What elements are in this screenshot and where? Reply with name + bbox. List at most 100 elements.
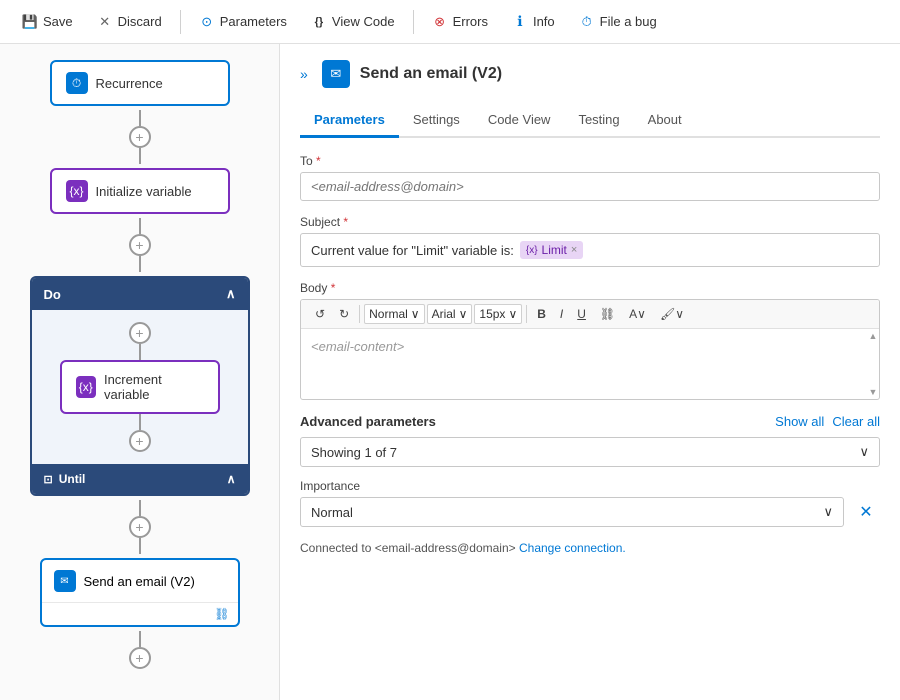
connection-info: Connected to <email-address@domain> Chan… bbox=[300, 541, 880, 555]
body-editor: ↺ ↻ Normal ∨ Arial ∨ 15px ∨ bbox=[300, 299, 880, 400]
advanced-actions: Show all Clear all bbox=[775, 414, 880, 429]
subject-chip[interactable]: {x} Limit × bbox=[520, 241, 583, 259]
add-step-1[interactable]: + bbox=[129, 126, 151, 148]
italic-button[interactable]: I bbox=[554, 304, 569, 324]
discard-icon bbox=[97, 14, 113, 30]
tab-about[interactable]: About bbox=[634, 104, 696, 138]
importance-row: Normal ∨ ✕ bbox=[300, 497, 880, 527]
chip-close-button[interactable]: × bbox=[571, 244, 577, 256]
subject-field-group: Subject * Current value for "Limit" vari… bbox=[300, 215, 880, 267]
connector-4: + bbox=[129, 627, 151, 673]
node-recurrence-label: Recurrence bbox=[96, 76, 163, 91]
parameters-label: Parameters bbox=[220, 14, 287, 29]
add-step-2[interactable]: + bbox=[129, 234, 151, 256]
errors-button[interactable]: Errors bbox=[422, 10, 498, 34]
do-until-container: Do ∧ + {x} Increment variable + ⊡ Until bbox=[30, 276, 250, 496]
info-icon bbox=[512, 14, 528, 30]
discard-button[interactable]: Discard bbox=[87, 10, 172, 34]
until-footer[interactable]: ⊡ Until ∧ bbox=[32, 464, 248, 494]
scroll-up-arrow[interactable]: ▲ bbox=[869, 331, 878, 341]
link-button[interactable]: ⛓ bbox=[594, 304, 621, 324]
errors-label: Errors bbox=[453, 14, 488, 29]
until-icon: ⊡ bbox=[44, 473, 53, 486]
show-all-button[interactable]: Show all bbox=[775, 414, 824, 429]
do-body: + {x} Increment variable + bbox=[32, 310, 248, 464]
connector-1: + bbox=[129, 106, 151, 168]
editor-scrollbar[interactable]: ▲ ▼ bbox=[867, 329, 879, 399]
tab-codeview[interactable]: Code View bbox=[474, 104, 565, 138]
tab-settings[interactable]: Settings bbox=[399, 104, 474, 138]
info-button[interactable]: Info bbox=[502, 10, 565, 34]
panel-title: Send an email (V2) bbox=[360, 65, 502, 83]
chip-label: Limit bbox=[542, 243, 567, 257]
connector-2: + bbox=[129, 214, 151, 276]
panel-tabs: Parameters Settings Code View Testing Ab… bbox=[300, 104, 880, 138]
add-step-do-bottom[interactable]: + bbox=[129, 430, 151, 452]
change-connection-link[interactable]: Change connection. bbox=[519, 541, 626, 555]
connected-prefix: Connected to bbox=[300, 541, 375, 555]
add-step-3[interactable]: + bbox=[129, 516, 151, 538]
flow-line-2b bbox=[139, 256, 141, 272]
panel-expand-icon[interactable]: » bbox=[300, 66, 308, 82]
toolbar-divider-1 bbox=[180, 10, 181, 34]
highlight-button[interactable]: 🖌∨ bbox=[654, 304, 690, 324]
size-chevron: ∨ bbox=[508, 307, 517, 321]
node-send-email[interactable]: ✉ Send an email (V2) ⛓ bbox=[40, 558, 240, 627]
to-input[interactable] bbox=[300, 172, 880, 201]
node-increment-variable-label: Increment variable bbox=[104, 372, 204, 402]
fontcolor-button[interactable]: A∨ bbox=[623, 304, 652, 324]
save-button[interactable]: Save bbox=[12, 10, 83, 34]
scroll-down-arrow[interactable]: ▼ bbox=[869, 387, 878, 397]
until-collapse-icon[interactable]: ∧ bbox=[227, 472, 236, 486]
redo-button[interactable]: ↻ bbox=[333, 304, 355, 324]
subject-label: Subject * bbox=[300, 215, 880, 229]
node-init-variable[interactable]: {x} Initialize variable bbox=[50, 168, 230, 214]
body-label: Body * bbox=[300, 281, 880, 295]
flow-line-1 bbox=[139, 110, 141, 126]
connected-email: <email-address@domain> bbox=[375, 541, 516, 555]
node-increment-variable[interactable]: {x} Increment variable bbox=[60, 360, 220, 414]
panel-header-icon: ✉ bbox=[322, 60, 350, 88]
advanced-title: Advanced parameters bbox=[300, 414, 436, 429]
do-header[interactable]: Do ∧ bbox=[32, 278, 248, 310]
flow-panel: ⏱ Recurrence + {x} Initialize variable +… bbox=[0, 44, 280, 700]
importance-label: Importance bbox=[300, 479, 880, 493]
format-label: Normal bbox=[369, 307, 408, 321]
tab-parameters[interactable]: Parameters bbox=[300, 104, 399, 138]
underline-button[interactable]: U bbox=[571, 304, 592, 324]
chip-icon: {x} bbox=[526, 245, 538, 256]
bold-button[interactable]: B bbox=[531, 304, 552, 324]
body-field-group: Body * ↺ ↻ Normal ∨ Arial ∨ 15p bbox=[300, 281, 880, 400]
subject-input[interactable]: Current value for "Limit" variable is: {… bbox=[300, 233, 880, 267]
flow-line-do-1 bbox=[139, 344, 141, 360]
importance-dropdown[interactable]: Normal ∨ bbox=[300, 497, 844, 527]
tab-testing[interactable]: Testing bbox=[564, 104, 633, 138]
importance-delete-button[interactable]: ✕ bbox=[852, 498, 880, 526]
editor-body-wrapper: <email-content> ▲ ▼ bbox=[301, 329, 879, 399]
body-required: * bbox=[331, 281, 336, 295]
panel-header: » ✉ Send an email (V2) bbox=[300, 60, 880, 88]
font-select[interactable]: Arial ∨ bbox=[427, 304, 473, 324]
showing-chevron: ∨ bbox=[859, 444, 869, 460]
parameters-button[interactable]: Parameters bbox=[189, 10, 297, 34]
clear-all-button[interactable]: Clear all bbox=[832, 414, 880, 429]
params-panel: » ✉ Send an email (V2) Parameters Settin… bbox=[280, 44, 900, 700]
add-step-do-top[interactable]: + bbox=[129, 322, 151, 344]
flow-line-3 bbox=[139, 500, 141, 516]
node-recurrence[interactable]: ⏱ Recurrence bbox=[50, 60, 230, 106]
parameters-icon bbox=[199, 14, 215, 30]
send-email-footer: ⛓ bbox=[42, 602, 238, 625]
format-select[interactable]: Normal ∨ bbox=[364, 304, 424, 324]
toolbar-divider-3 bbox=[359, 305, 360, 323]
add-step-4[interactable]: + bbox=[129, 647, 151, 669]
fileabug-button[interactable]: File a bug bbox=[569, 10, 667, 34]
size-select[interactable]: 15px ∨ bbox=[474, 304, 522, 324]
showing-text: Showing 1 of 7 bbox=[311, 445, 397, 460]
format-chevron: ∨ bbox=[411, 307, 420, 321]
body-input[interactable]: <email-content> bbox=[301, 329, 879, 399]
viewcode-button[interactable]: View Code bbox=[301, 10, 405, 34]
importance-value: Normal bbox=[311, 505, 353, 520]
showing-dropdown[interactable]: Showing 1 of 7 ∨ bbox=[300, 437, 880, 467]
do-collapse-icon[interactable]: ∧ bbox=[226, 286, 236, 302]
undo-button[interactable]: ↺ bbox=[309, 304, 331, 324]
